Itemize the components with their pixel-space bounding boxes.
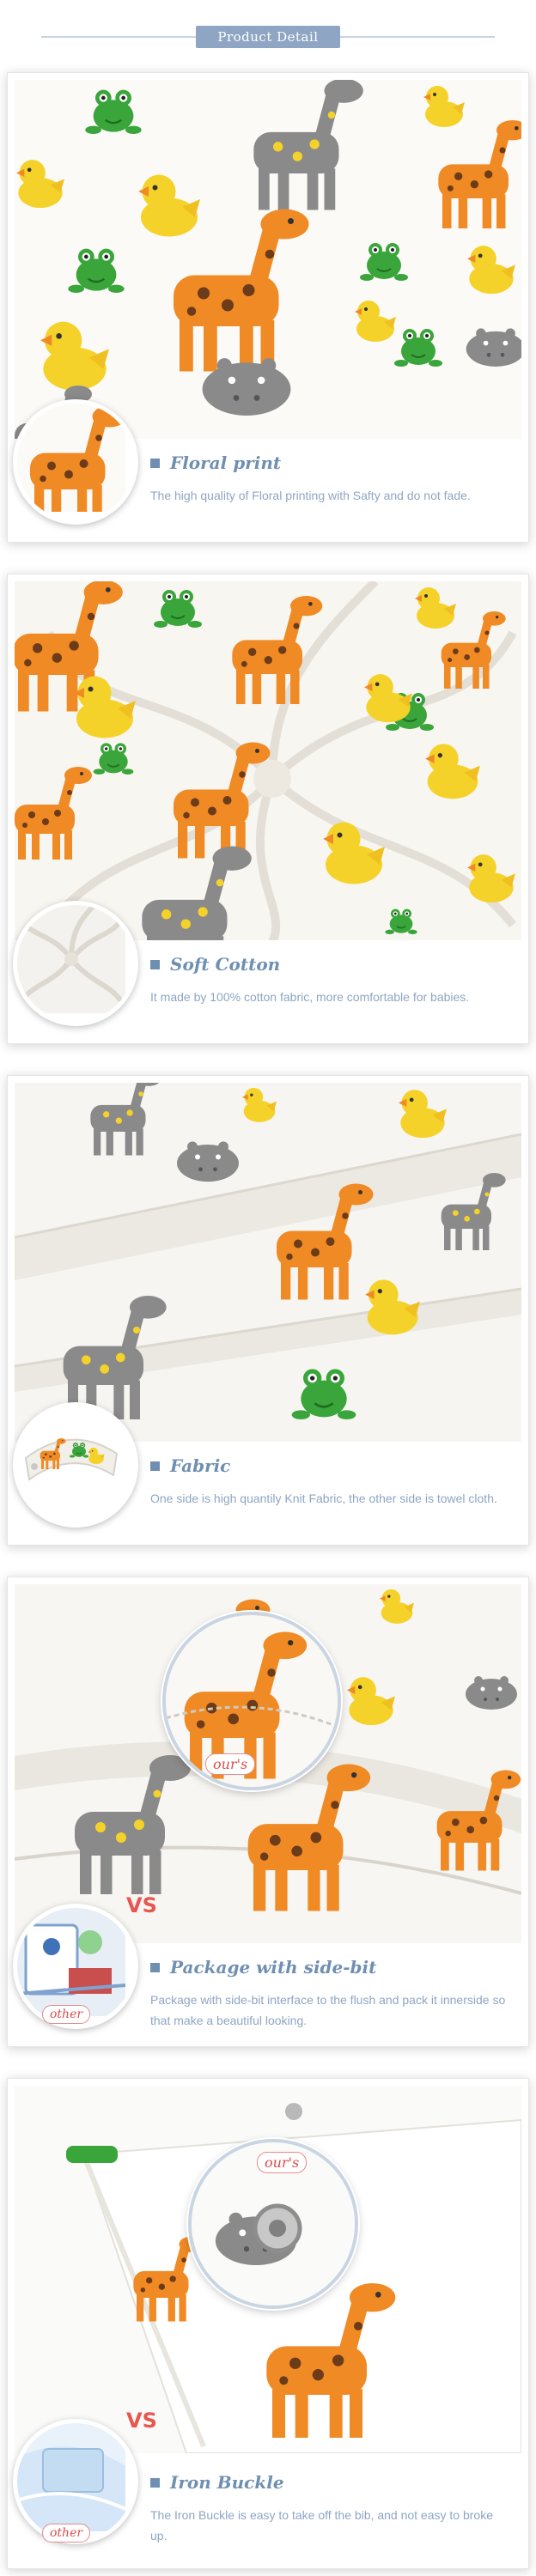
- soft-cotton-closeup: [13, 901, 138, 1026]
- page-header: Product Detail: [0, 0, 536, 69]
- feature-card-package: our's VS other Package with side-bit Pac…: [7, 1577, 529, 2047]
- floral-print-closeup: [13, 399, 138, 525]
- header-title: Product Detail: [196, 26, 340, 48]
- feature-title-row: Fabric: [150, 1454, 230, 1478]
- feature-card-buckle: our's VS other Iron Buckle The Iron Buck…: [7, 2078, 529, 2569]
- feature-title: Fabric: [170, 1455, 231, 1476]
- bullet-square-icon: [150, 2477, 160, 2488]
- feature-card-fabric: Fabric One side is high quantily Knit Fa…: [7, 1075, 529, 1546]
- feature-card-floral: Floral print The high quality of Floral …: [7, 72, 529, 543]
- other-label: other: [42, 2005, 91, 2024]
- header-divider-left: [41, 36, 196, 38]
- feature-title: Package with side-bit: [170, 1957, 377, 1978]
- feature-title-row: Iron Buckle: [150, 2470, 284, 2494]
- feature-description: Package with side-bit interface to the f…: [150, 1993, 506, 2027]
- other-label: other: [42, 2524, 91, 2543]
- feature-title-row: Package with side-bit: [150, 1955, 376, 1979]
- floral-print-photo: [15, 80, 521, 439]
- bullet-square-icon: [150, 1962, 160, 1972]
- ours-label: our's: [205, 1753, 256, 1775]
- fabric-photo: [15, 1083, 521, 1442]
- bullet-square-icon: [150, 1461, 160, 1471]
- feature-description: It made by 100% cotton fabric, more comf…: [150, 990, 470, 1004]
- fabric-closeup: [13, 1402, 138, 1528]
- feature-card-cotton: Soft Cotton It made by 100% cotton fabri…: [7, 574, 529, 1044]
- feature-title: Floral print: [170, 453, 282, 473]
- soft-cotton-photo: [15, 581, 521, 940]
- feature-title-row: Soft Cotton: [150, 952, 280, 976]
- bullet-square-icon: [150, 959, 160, 969]
- feature-description: One side is high quantily Knit Fabric, t…: [150, 1492, 497, 1505]
- header-divider-right: [340, 36, 495, 38]
- feature-title-row: Floral print: [150, 451, 281, 475]
- versus-label: VS: [126, 1893, 157, 1917]
- feature-title: Soft Cotton: [170, 954, 281, 975]
- versus-label: VS: [126, 2409, 157, 2433]
- feature-description: The high quality of Floral printing with…: [150, 489, 471, 502]
- ours-label: our's: [257, 2152, 308, 2173]
- feature-title: Iron Buckle: [170, 2472, 284, 2493]
- bullet-square-icon: [150, 458, 160, 468]
- feature-description: The Iron Buckle is easy to take off the …: [150, 2508, 493, 2543]
